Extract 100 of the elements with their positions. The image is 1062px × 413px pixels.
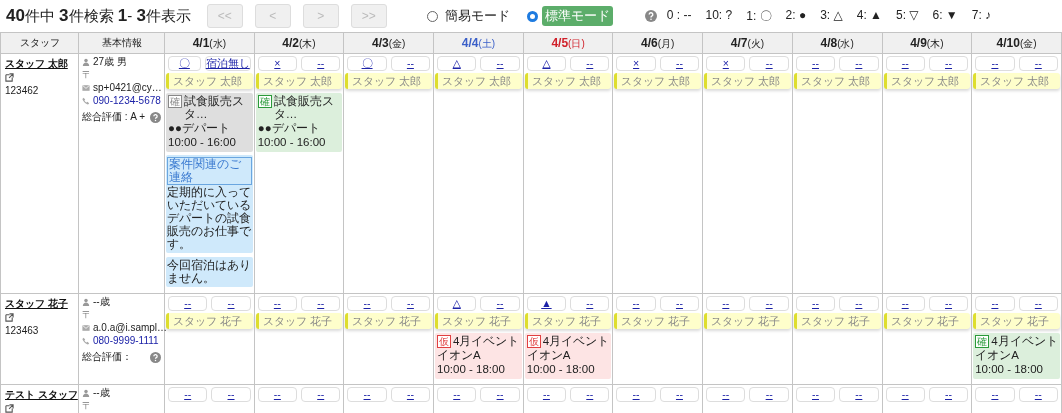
staff-card[interactable]: スタッフ 花子 [973, 313, 1060, 329]
staff-card[interactable]: スタッフ 花子 [883, 313, 971, 329]
availability-button[interactable]: -- [795, 56, 836, 71]
availability-button[interactable]: -- [975, 56, 1015, 71]
lodging-button[interactable]: -- [1018, 387, 1058, 402]
staff-name-link[interactable]: スタッフ 花子 [5, 297, 68, 311]
mode-label[interactable]: 簡易モード [441, 6, 513, 26]
lodging-button[interactable]: -- [839, 387, 879, 402]
availability-button[interactable]: -- [257, 296, 298, 311]
job-title: 4月イベント [991, 335, 1058, 348]
lodging-button[interactable]: -- [749, 56, 789, 71]
staff-card[interactable]: スタッフ 太郎 [345, 73, 433, 89]
staff-card[interactable]: スタッフ 太郎 [614, 73, 702, 89]
lodging-button[interactable]: -- [301, 56, 341, 71]
legend-item: 5: ▽ [895, 7, 919, 24]
availability-button[interactable]: × [616, 56, 656, 71]
availability-button[interactable]: -- [616, 296, 656, 311]
staff-card[interactable]: スタッフ 太郎 [524, 73, 612, 89]
staff-card[interactable]: スタッフ 太郎 [883, 73, 971, 89]
lodging-button[interactable]: -- [390, 387, 431, 402]
availability-button[interactable]: × [706, 56, 746, 71]
availability-button[interactable]: -- [885, 296, 925, 311]
lodging-button[interactable]: -- [928, 56, 969, 71]
availability-button[interactable]: -- [257, 387, 298, 402]
availability-button[interactable]: ▲ [526, 296, 567, 311]
job-card[interactable]: 確 試食販売スタ… ●●デパート 10:00 - 16:00 [166, 93, 253, 152]
availability-button[interactable]: -- [885, 387, 925, 402]
lodging-button[interactable]: -- [301, 296, 341, 311]
lodging-button[interactable]: -- [570, 296, 610, 311]
lodging-button[interactable]: -- [749, 387, 789, 402]
availability-button[interactable]: -- [975, 387, 1015, 402]
availability-button[interactable]: -- [526, 387, 567, 402]
lodging-button[interactable]: -- [390, 296, 431, 311]
lodging-button[interactable]: -- [928, 296, 969, 311]
staff-card[interactable]: スタッフ 花子 [255, 313, 343, 329]
availability-button[interactable]: × [257, 56, 298, 71]
staff-card[interactable]: スタッフ 太郎 [973, 73, 1060, 89]
postal-mark: 〒 [82, 400, 92, 412]
availability-button[interactable]: -- [706, 296, 746, 311]
staff-card[interactable]: スタッフ 花子 [614, 313, 702, 329]
lodging-button[interactable]: -- [659, 56, 700, 71]
availability-button[interactable]: -- [706, 387, 746, 402]
staff-card[interactable]: スタッフ 花子 [524, 313, 612, 329]
availability-button[interactable]: -- [437, 387, 477, 402]
staff-card[interactable]: スタッフ 太郎 [793, 73, 881, 89]
lodging-button[interactable]: -- [211, 387, 251, 402]
legend-item: 2: ● [785, 7, 807, 24]
lodging-button[interactable]: -- [570, 56, 610, 71]
staff-card[interactable]: スタッフ 花子 [345, 313, 433, 329]
lodging-button[interactable]: -- [480, 387, 520, 402]
lodging-button[interactable]: -- [1018, 56, 1058, 71]
availability-button[interactable]: △ [437, 56, 477, 71]
lodging-button[interactable]: -- [928, 387, 969, 402]
availability-button[interactable]: -- [168, 296, 208, 311]
lodging-button[interactable]: -- [839, 296, 879, 311]
lodging-button[interactable]: -- [1018, 296, 1058, 311]
availability-button[interactable]: -- [168, 387, 208, 402]
job-card[interactable]: 確 4月イベント イオンA 10:00 - 18:00 [973, 333, 1060, 379]
job-place: イオンA [526, 349, 572, 362]
job-card[interactable]: 仮 4月イベント イオンA 10:00 - 18:00 [524, 333, 612, 379]
staff-card[interactable]: スタッフ 花子 [166, 313, 253, 329]
lodging-button[interactable]: -- [480, 296, 520, 311]
availability-button[interactable]: -- [795, 387, 836, 402]
staff-card[interactable]: スタッフ 花子 [435, 313, 522, 329]
lodging-button[interactable]: 宿泊無し [204, 56, 251, 71]
availability-button[interactable]: 〇 [347, 56, 387, 71]
availability-button[interactable]: -- [616, 387, 656, 402]
age-gender: --歳 [93, 296, 110, 308]
job-title: 4月イベント [542, 335, 610, 348]
staff-card[interactable]: スタッフ 太郎 [435, 73, 522, 89]
availability-button[interactable]: -- [347, 387, 387, 402]
staff-card[interactable]: スタッフ 花子 [704, 313, 791, 329]
lodging-button[interactable]: -- [301, 387, 341, 402]
lodging-button[interactable]: -- [570, 387, 610, 402]
staff-card[interactable]: スタッフ 太郎 [255, 73, 343, 89]
lodging-button[interactable]: -- [211, 296, 251, 311]
job-place: イオンA [437, 349, 482, 362]
availability-button[interactable]: -- [347, 296, 387, 311]
availability-button[interactable]: 〇 [168, 56, 201, 71]
lodging-button[interactable]: -- [390, 56, 431, 71]
availability-button[interactable]: -- [795, 296, 836, 311]
job-card[interactable]: 仮 4月イベント イオンA 10:00 - 18:00 [435, 333, 522, 379]
availability-button[interactable]: △ [526, 56, 567, 71]
availability-button[interactable]: -- [975, 296, 1015, 311]
availability-button[interactable]: -- [885, 56, 925, 71]
lodging-button[interactable]: -- [749, 296, 789, 311]
job-card[interactable]: 確 試食販売スタ… ●●デパート 10:00 - 16:00 [255, 93, 343, 152]
lodging-button[interactable]: -- [659, 296, 700, 311]
date-header: 4/7(火) [730, 36, 765, 49]
lodging-button[interactable]: -- [659, 387, 700, 402]
legend-item: 10: ? [705, 7, 733, 24]
staff-id: 123463 [5, 325, 40, 336]
lodging-button[interactable]: -- [839, 56, 879, 71]
postal-mark: 〒 [82, 309, 92, 321]
staff-card[interactable]: スタッフ 太郎 [704, 73, 791, 89]
staff-card[interactable]: スタッフ 太郎 [166, 73, 253, 89]
lodging-button[interactable]: -- [480, 56, 520, 71]
availability-button[interactable]: △ [437, 296, 477, 311]
staff-name-link[interactable]: スタッフ 太郎 [5, 57, 68, 71]
staff-card[interactable]: スタッフ 花子 [793, 313, 881, 329]
